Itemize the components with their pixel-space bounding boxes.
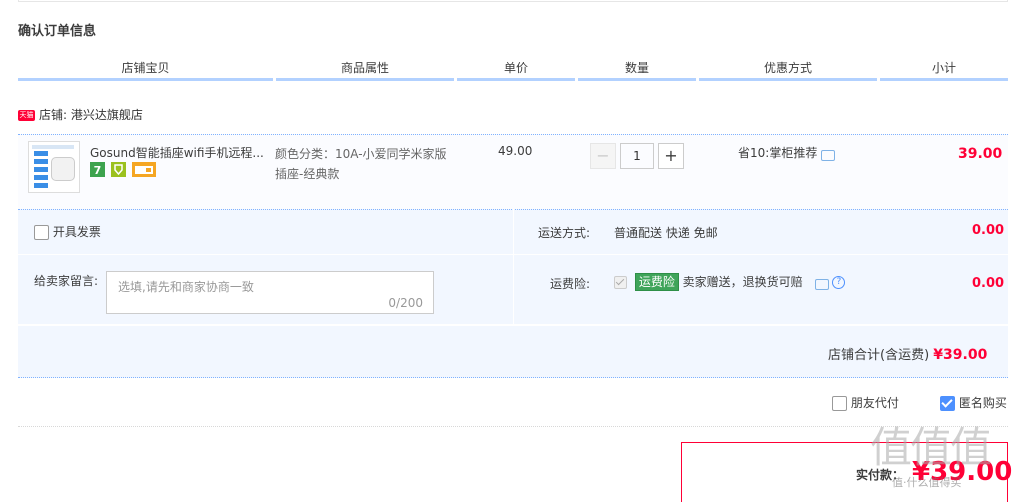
col-attributes: 商品属性 [276, 58, 454, 81]
discount-method: 省10:掌柜推荐 [738, 144, 836, 161]
invoice-label: 开具发票 [52, 225, 101, 239]
attribute-line-1: 颜色分类：10A-小爱同学米家版 [275, 147, 447, 161]
options-divider [18, 426, 1008, 427]
help-icon[interactable]: ? [832, 276, 846, 289]
anonymous-checkbox[interactable] [940, 396, 955, 411]
col-subtotal: 小计 [880, 58, 1008, 81]
table-header: 店铺宝贝 商品属性 单价 数量 优惠方式 小计 [18, 58, 1008, 81]
insurance-option: 运费险 卖家赠送，退换货可赔 ? [614, 273, 846, 291]
credit-card-icon [131, 162, 156, 177]
anonymous-option[interactable]: 匿名购买 [940, 394, 1007, 411]
message-label: 给卖家留言: [34, 274, 99, 288]
shipping-cost: 0.00 [972, 223, 1005, 238]
unit-price: 49.00 [498, 144, 533, 158]
friend-pay-checkbox[interactable] [832, 396, 847, 411]
product-thumbnail[interactable] [28, 141, 80, 193]
panel-divider [513, 209, 514, 325]
seven-day-return-icon: 7 [90, 162, 105, 177]
item-subtotal: 39.00 [958, 146, 1003, 162]
insurance-desc: 卖家赠送，退换货可赔 [682, 275, 803, 289]
message-counter: 0/200 [388, 296, 423, 310]
shop-total-value: ¥39.00 [933, 347, 988, 363]
guarantee-icon [110, 162, 126, 177]
insurance-checkbox [614, 276, 627, 289]
anonymous-label: 匿名购买 [958, 396, 1007, 410]
increment-button[interactable]: + [658, 143, 684, 169]
col-quantity: 数量 [578, 58, 696, 81]
chat-bubble-icon[interactable] [821, 150, 836, 161]
decrement-button[interactable]: − [590, 143, 616, 169]
attribute-line-2: 插座-经典款 [275, 167, 340, 181]
insurance-tag: 运费险 [634, 273, 679, 291]
top-divider [18, 0, 1008, 2]
shop-row: 天猫 店铺: 港兴达旗舰店 [18, 106, 143, 124]
message-textarea[interactable]: 选填,请先和商家协商一致 0/200 [106, 271, 434, 314]
insurance-cost: 0.00 [972, 276, 1005, 291]
col-discount: 优惠方式 [699, 58, 877, 81]
chat-bubble-icon[interactable] [814, 279, 829, 290]
shop-total-label: 店铺合计(含运费) [828, 348, 930, 363]
section-divider [18, 377, 1008, 378]
shipping-method: 普通配送 快递 免邮 [614, 226, 718, 240]
insurance-label: 运费险: [550, 277, 591, 291]
invoice-checkbox[interactable] [34, 225, 49, 240]
service-icons: 7 [90, 162, 158, 178]
svg-text:7: 7 [94, 164, 102, 177]
shop-total: 店铺合计(含运费) ¥39.00 [828, 344, 987, 363]
product-attributes: 颜色分类：10A-小爱同学米家版 插座-经典款 [275, 144, 455, 184]
invoice-option[interactable]: 开具发票 [34, 223, 101, 240]
col-shop-item: 店铺宝贝 [18, 58, 273, 81]
page-title: 确认订单信息 [18, 24, 97, 39]
friend-pay-option[interactable]: 朋友代付 [832, 394, 899, 411]
discount-text: 省10:掌柜推荐 [738, 146, 818, 160]
tmall-badge-icon: 天猫 [18, 110, 35, 121]
product-name[interactable]: Gosund智能插座wifi手机远程... [90, 144, 264, 161]
watermark-logo: 值值值 [870, 423, 992, 472]
friend-pay-label: 朋友代付 [850, 396, 899, 410]
message-placeholder: 选填,请先和商家协商一致 [118, 280, 254, 294]
panel-divider-row2 [18, 324, 1008, 326]
panel-divider-row1 [18, 254, 1008, 255]
quantity-input[interactable]: 1 [620, 143, 654, 169]
shipping-label: 运送方式: [538, 226, 591, 240]
shop-name[interactable]: 店铺: 港兴达旗舰店 [39, 108, 143, 122]
watermark-url: 值·什么值得买 [892, 476, 962, 489]
col-price: 单价 [457, 58, 575, 81]
